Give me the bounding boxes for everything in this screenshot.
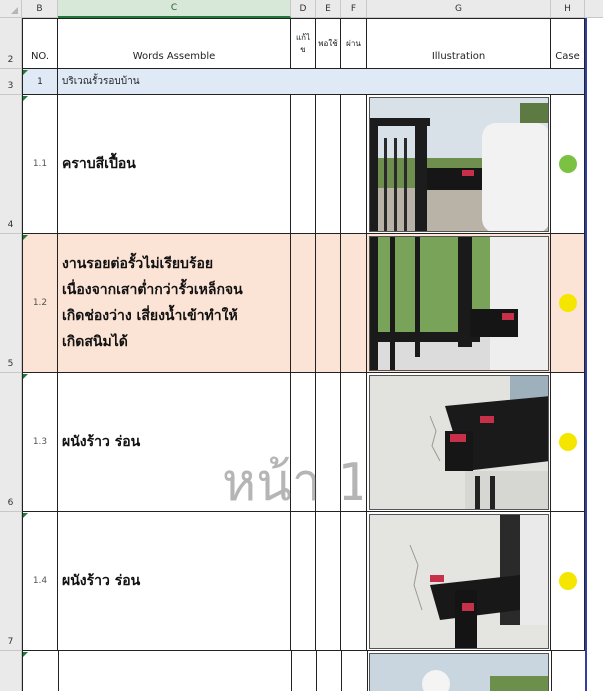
comment-marker [23, 374, 28, 379]
fence-gate-photo[interactable] [369, 97, 549, 232]
comment-marker [23, 513, 28, 518]
header-fix-line1: แก้ไ [295, 32, 311, 42]
item-no: 1.4 [22, 512, 58, 651]
page-watermark: หน้า 1 [222, 453, 362, 513]
header-fix: แก้ไ ข [291, 18, 316, 69]
status-dot-yellow [558, 433, 577, 451]
item-no: 1.2 [22, 234, 58, 373]
check-ok-cell[interactable] [316, 95, 341, 234]
header-ok: พอใช้ [316, 18, 341, 69]
row-header-6[interactable]: 6 [0, 373, 22, 512]
comment-marker [23, 652, 28, 657]
item-words-line: คราบสีเปื้อน [62, 156, 136, 172]
column-header-e[interactable]: E [316, 0, 341, 18]
item-words-line: เนื่องจากเสาต่ำกว่ารั้วเหล็กจน [62, 282, 243, 298]
next-row-divider [316, 651, 317, 691]
item-words-line: เกิดสนิมได้ [62, 334, 128, 350]
row-header-2[interactable]: 2 [0, 18, 22, 69]
check-ok-cell[interactable] [316, 234, 341, 373]
item-words: ผนังร้าว ร่อน [58, 512, 291, 651]
next-row-divider [341, 651, 342, 691]
next-row-divider [291, 651, 292, 691]
wall-crack-photo-2[interactable] [369, 514, 549, 649]
header-words-assemble: Words Assemble [58, 18, 291, 69]
next-row-divider [551, 651, 552, 691]
check-fix-cell[interactable] [291, 95, 316, 234]
lamp-photo[interactable] [369, 653, 549, 691]
item-words-line: ผนังร้าว ร่อน [62, 434, 141, 450]
case-cell [551, 373, 585, 512]
column-header-g[interactable]: G [367, 0, 551, 18]
item-no: 1.3 [22, 373, 58, 512]
check-pass-cell[interactable] [341, 95, 367, 234]
header-no: NO. [22, 18, 58, 69]
next-row-divider [58, 651, 59, 691]
column-header-h[interactable]: H [551, 0, 585, 18]
case-cell [551, 234, 585, 373]
status-dot-yellow [558, 294, 577, 312]
next-row-divider [367, 651, 368, 691]
comment-marker [23, 235, 28, 240]
status-dot-yellow [558, 572, 577, 590]
column-header-c[interactable]: C [58, 0, 291, 18]
item-words: คราบสีเปื้อน [58, 95, 291, 234]
item-words: งานรอยต่อรั้วไม่เรียบร้อย เนื่องจากเสาต่… [58, 234, 291, 373]
check-fix-cell[interactable] [291, 512, 316, 651]
header-pass: ผ่าน [341, 18, 367, 69]
outside-area [587, 18, 603, 691]
row-header-3[interactable]: 3 [0, 69, 22, 95]
select-all-corner[interactable] [0, 0, 22, 18]
row-header-filler [0, 651, 22, 691]
column-header-f[interactable]: F [341, 0, 367, 18]
item-words-line: เกิดช่องว่าง เสี่ยงน้ำเข้าทำให้ [62, 308, 238, 324]
section-title: บริเวณรั้วรอบบ้าน [58, 69, 585, 95]
check-fix-cell[interactable] [291, 234, 316, 373]
comment-marker [23, 96, 28, 101]
item-no: 1.1 [22, 95, 58, 234]
header-fix-line2: ข [300, 44, 306, 54]
case-cell [551, 95, 585, 234]
fence-joint-photo[interactable] [369, 236, 549, 371]
wall-crack-photo[interactable] [369, 375, 549, 510]
header-filler [585, 0, 603, 18]
row-header-7[interactable]: 7 [0, 512, 22, 651]
check-pass-cell[interactable] [341, 234, 367, 373]
comment-marker [23, 70, 28, 75]
check-pass-cell[interactable] [341, 512, 367, 651]
column-header-d[interactable]: D [291, 0, 316, 18]
item-words-line: ผนังร้าว ร่อน [62, 573, 141, 589]
header-case: Case [551, 18, 585, 69]
column-header-b[interactable]: B [22, 0, 58, 18]
item-words-line: งานรอยต่อรั้วไม่เรียบร้อย [62, 256, 214, 272]
case-cell [551, 512, 585, 651]
row-header-5[interactable]: 5 [0, 234, 22, 373]
status-dot-green [558, 155, 577, 173]
row-header-4[interactable]: 4 [0, 95, 22, 234]
check-ok-cell[interactable] [316, 512, 341, 651]
header-illustration: Illustration [367, 18, 551, 69]
